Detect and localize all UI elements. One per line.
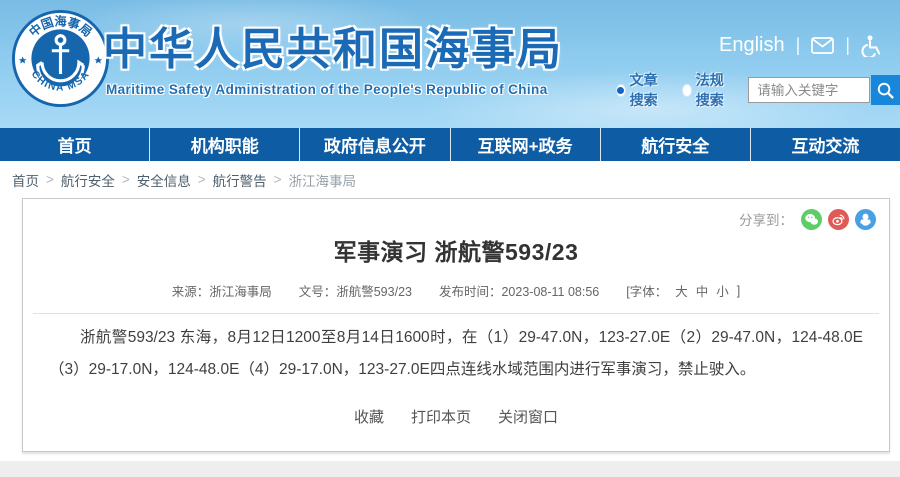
meta-publish-time: 发布时间：2023-08-11 08:56 bbox=[439, 281, 599, 300]
article-meta: 来源：浙江海事局 文号：浙航警593/23 发布时间：2023-08-11 08… bbox=[23, 281, 889, 300]
mail-icon[interactable] bbox=[811, 37, 834, 54]
radio-law-search[interactable]: 法规搜索 bbox=[682, 70, 734, 110]
breadcrumb-separator: > bbox=[122, 172, 130, 187]
breadcrumb-nav-warning[interactable]: 航行警告 bbox=[213, 170, 267, 190]
breadcrumb-current: 浙江海事局 bbox=[289, 170, 357, 190]
nav-item-gov-info[interactable]: 政府信息公开 bbox=[300, 128, 450, 161]
site-header: 中国海事局 CHINA MSA 中华人民共和国海事局 Maritime Safe… bbox=[0, 0, 900, 128]
font-ctl-suffix: ] bbox=[737, 284, 740, 298]
utility-divider: | bbox=[845, 35, 850, 56]
close-window-link[interactable]: 关闭窗口 bbox=[498, 406, 558, 427]
breadcrumb-nav-safety[interactable]: 航行安全 bbox=[61, 170, 115, 190]
qq-icon[interactable] bbox=[855, 209, 876, 230]
msa-logo-icon[interactable]: 中国海事局 CHINA MSA bbox=[12, 10, 109, 107]
favorite-link[interactable]: 收藏 bbox=[354, 406, 384, 427]
wechat-icon[interactable] bbox=[801, 209, 822, 230]
font-size-small[interactable]: 小 bbox=[716, 281, 729, 300]
search-icon bbox=[876, 81, 895, 100]
search-input[interactable] bbox=[748, 77, 870, 103]
radio-article-search-label: 文章搜索 bbox=[630, 70, 669, 110]
meta-doc-number: 文号：浙航警593/23 bbox=[299, 281, 412, 300]
meta-divider bbox=[33, 313, 879, 314]
breadcrumb-safety-info[interactable]: 安全信息 bbox=[137, 170, 191, 190]
nav-item-functions[interactable]: 机构职能 bbox=[150, 128, 300, 161]
utility-bar: English | | bbox=[719, 34, 880, 57]
radio-article-search-control[interactable] bbox=[616, 84, 626, 97]
article-actions: 收藏 打印本页 关闭窗口 bbox=[23, 406, 889, 451]
radio-article-search[interactable]: 文章搜索 bbox=[616, 70, 668, 110]
nav-item-nav-safety[interactable]: 航行安全 bbox=[601, 128, 751, 161]
meta-source: 来源：浙江海事局 bbox=[172, 281, 272, 300]
radio-law-search-label: 法规搜索 bbox=[696, 70, 735, 110]
print-link[interactable]: 打印本页 bbox=[411, 406, 471, 427]
breadcrumb: 首页 > 航行安全 > 安全信息 > 航行警告 > 浙江海事局 bbox=[0, 161, 900, 198]
font-size-large[interactable]: 大 bbox=[675, 281, 688, 300]
breadcrumb-separator: > bbox=[46, 172, 54, 187]
main-nav: 首页 机构职能 政府信息公开 互联网+政务 航行安全 互动交流 bbox=[0, 128, 900, 161]
nav-item-internet-gov[interactable]: 互联网+政务 bbox=[451, 128, 601, 161]
article-panel: 分享到： bbox=[22, 198, 890, 452]
breadcrumb-separator: > bbox=[198, 172, 206, 187]
site-subtitle-en: Maritime Safety Administration of the Pe… bbox=[106, 82, 548, 97]
breadcrumb-home[interactable]: 首页 bbox=[12, 170, 39, 190]
utility-divider: | bbox=[796, 35, 801, 56]
nav-item-interaction[interactable]: 互动交流 bbox=[751, 128, 900, 161]
font-size-control: [字体： 大 中 小 ] bbox=[626, 281, 740, 300]
font-ctl-prefix: [字体： bbox=[626, 281, 667, 300]
search-button[interactable] bbox=[871, 75, 900, 105]
search-bar: 文章搜索 法规搜索 bbox=[616, 70, 900, 110]
page: 中国海事局 CHINA MSA 中华人民共和国海事局 Maritime Safe… bbox=[0, 0, 900, 477]
weibo-icon[interactable] bbox=[828, 209, 849, 230]
footer-strip bbox=[0, 461, 900, 477]
share-label: 分享到： bbox=[739, 209, 793, 229]
site-title: 中华人民共和国海事局 bbox=[103, 13, 563, 77]
breadcrumb-separator: > bbox=[274, 172, 282, 187]
nav-item-home[interactable]: 首页 bbox=[0, 128, 150, 161]
accessibility-icon[interactable] bbox=[861, 35, 880, 57]
english-link[interactable]: English bbox=[719, 34, 785, 57]
font-size-medium[interactable]: 中 bbox=[696, 281, 709, 300]
article-body: 浙航警593/23 东海，8月12日1200至8月14日1600时，在（1）29… bbox=[49, 322, 863, 386]
radio-law-search-control[interactable] bbox=[682, 84, 692, 97]
article-title: 军事演习 浙航警593/23 bbox=[23, 233, 889, 267]
share-row: 分享到： bbox=[23, 199, 889, 230]
